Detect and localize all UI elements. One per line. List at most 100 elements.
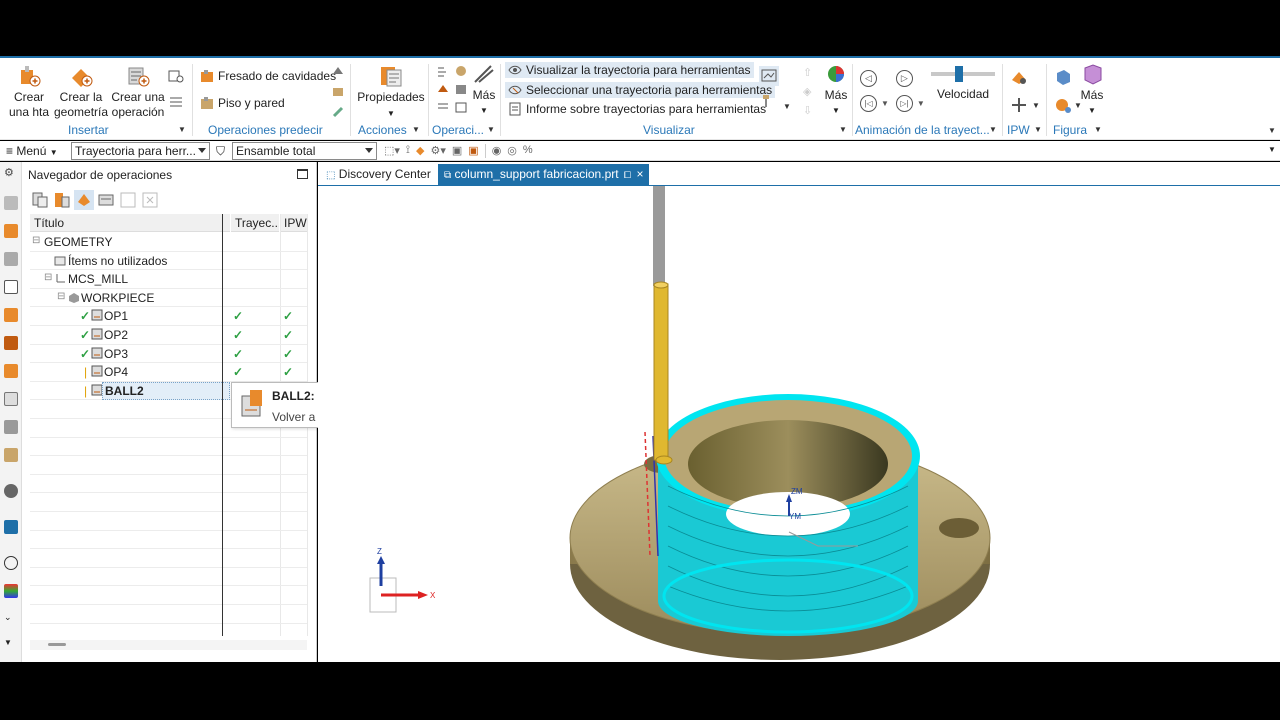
- toolpath-report-button[interactable]: Informe sobre trayectorias para herramie…: [508, 102, 766, 116]
- figure-add-icon[interactable]: [1054, 96, 1072, 114]
- type-filter-select[interactable]: Trayectoria para herr...: [71, 142, 210, 160]
- forward-icon[interactable]: ▷|: [895, 95, 913, 112]
- create-geometry-button[interactable]: Crear la geometría: [54, 64, 108, 120]
- rewind-chevron-icon[interactable]: ▼: [881, 99, 889, 108]
- play-icon[interactable]: ▷: [895, 70, 913, 87]
- step-center-icon[interactable]: ◈: [803, 83, 812, 102]
- assembly-navigator-icon[interactable]: [4, 196, 18, 210]
- figure-more-button[interactable]: Más ▼: [1078, 62, 1106, 118]
- operations-group-chevron-icon[interactable]: ▼: [487, 125, 495, 134]
- figure-group-chevron-icon[interactable]: ▼: [1094, 125, 1102, 134]
- view-icon[interactable]: ◎: [507, 144, 517, 158]
- hd3d-icon[interactable]: [4, 420, 18, 434]
- figure-more-chevron-icon[interactable]: ▼: [1078, 103, 1106, 118]
- component-icon[interactable]: ⚙▾: [430, 144, 445, 158]
- properties-button[interactable]: Propiedades ▼: [356, 64, 426, 121]
- visualize-more-button[interactable]: Más ▼: [822, 62, 850, 118]
- insert-group-chevron-icon[interactable]: ▼: [178, 125, 186, 134]
- table-row[interactable]: [30, 438, 307, 457]
- machine-tool-view-icon[interactable]: [52, 190, 72, 210]
- operations-more-button[interactable]: Más ▼: [470, 62, 498, 118]
- table-row[interactable]: ⊟ MCS_MILL: [30, 270, 307, 289]
- tab-discovery-center[interactable]: ⬚ Discovery Center: [320, 164, 437, 186]
- show-hide-icon[interactable]: ◉: [492, 144, 502, 158]
- percent-icon[interactable]: %: [523, 144, 533, 158]
- cutting-tool[interactable]: [653, 186, 673, 465]
- tool-display-icon[interactable]: [759, 94, 773, 108]
- table-row[interactable]: | OP4 ✓ ✓: [30, 363, 307, 382]
- column-header-title[interactable]: Título: [30, 214, 230, 232]
- actions-group-chevron-icon[interactable]: ▼: [412, 125, 420, 134]
- toolpath-display-icon[interactable]: [759, 66, 779, 86]
- constraint-navigator-icon[interactable]: [4, 252, 18, 266]
- animation-group-chevron-icon[interactable]: ▼: [989, 125, 997, 134]
- table-row[interactable]: ✓ OP1 ✓ ✓: [30, 307, 307, 326]
- role-icon[interactable]: [4, 520, 18, 534]
- maximize-icon[interactable]: [297, 169, 308, 179]
- menu-button[interactable]: ≡ Menú ▼: [6, 144, 58, 158]
- collapse-icon[interactable]: ⊟: [44, 272, 52, 283]
- visualize-more-chevron-icon[interactable]: ▼: [822, 103, 850, 118]
- toolbar-options-chevron-icon[interactable]: ▼: [1268, 145, 1276, 154]
- body-icon[interactable]: ▣: [468, 144, 478, 158]
- table-row[interactable]: ✓ OP3 ✓ ✓: [30, 345, 307, 364]
- program-order-view-icon[interactable]: [30, 190, 50, 210]
- table-row[interactable]: ✓ OP2 ✓ ✓: [30, 326, 307, 345]
- tab-part-file[interactable]: ⧉ column_support fabricacion.prt ⧠ ×: [438, 164, 650, 186]
- more-tools-chevron-icon[interactable]: ⌄: [4, 612, 18, 626]
- machine-navigator-icon[interactable]: [4, 308, 18, 322]
- ipw-settings-chevron-icon[interactable]: ▼: [1032, 101, 1040, 110]
- table-row[interactable]: [30, 493, 307, 512]
- create-tool-button[interactable]: Crear una hta: [6, 64, 52, 120]
- figure-icon[interactable]: [1054, 68, 1072, 86]
- postprocess-icon[interactable]: [454, 82, 468, 96]
- operations-more-chevron-icon[interactable]: ▼: [470, 103, 498, 118]
- face-milling-icon[interactable]: [331, 64, 345, 78]
- table-row[interactable]: ⊟ GEOMETRY: [30, 233, 307, 252]
- table-row[interactable]: [30, 586, 307, 605]
- speed-slider-thumb[interactable]: [955, 66, 963, 82]
- clock-icon[interactable]: [4, 556, 18, 570]
- reuse-library-icon[interactable]: [4, 392, 18, 406]
- add-icon[interactable]: [118, 190, 138, 210]
- visualize-group-chevron-icon[interactable]: ▼: [839, 125, 847, 134]
- properties-chevron-icon[interactable]: ▼: [356, 106, 426, 121]
- simulate-icon[interactable]: [436, 82, 450, 96]
- table-row[interactable]: [30, 549, 307, 568]
- scope-select[interactable]: Ensamble total: [232, 142, 377, 160]
- select-toolpath-button[interactable]: Seleccionar una trayectoria para herrami…: [505, 82, 776, 98]
- collapse-icon[interactable]: ⊟: [57, 291, 65, 302]
- step-up-icon[interactable]: ⇧: [803, 64, 812, 83]
- select-all-icon[interactable]: ⬚▾: [384, 144, 400, 158]
- step-down-icon[interactable]: ⇩: [803, 102, 812, 121]
- create-program-icon[interactable]: [168, 94, 182, 108]
- drill-icon[interactable]: [331, 104, 345, 118]
- geometry-view-icon[interactable]: [74, 190, 94, 210]
- filter-icon[interactable]: ⛉: [216, 144, 225, 159]
- table-row[interactable]: Ítems no utilizados: [30, 252, 307, 271]
- column-header-toolpath[interactable]: Trayec...: [231, 214, 279, 232]
- speed-slider[interactable]: [931, 66, 995, 82]
- horizontal-scrollbar[interactable]: [30, 640, 307, 650]
- graphics-viewport[interactable]: ZM YM Z X: [318, 186, 1280, 662]
- create-operation-button[interactable]: Crear una operación: [110, 64, 166, 120]
- delete-icon[interactable]: [140, 190, 160, 210]
- web-browser-icon[interactable]: [4, 448, 18, 462]
- orange-filter-icon[interactable]: ◆: [416, 144, 424, 158]
- column-header-ipw[interactable]: IPW: [280, 214, 307, 232]
- ipw-group-chevron-icon[interactable]: ▼: [1034, 125, 1042, 134]
- ipw-icon[interactable]: [1010, 68, 1028, 86]
- table-row[interactable]: [30, 605, 307, 624]
- cavity-milling-button[interactable]: Fresado de cavidades: [200, 69, 336, 83]
- machining-method-view-icon[interactable]: [96, 190, 116, 210]
- scroll-down-icon[interactable]: ▼: [4, 638, 18, 652]
- forward-chevron-icon[interactable]: ▼: [917, 99, 925, 108]
- table-row[interactable]: [30, 568, 307, 587]
- show-toolpath-button[interactable]: Visualizar la trayectoria para herramien…: [505, 62, 754, 78]
- table-row[interactable]: [30, 512, 307, 531]
- table-row[interactable]: [30, 531, 307, 550]
- table-row[interactable]: ⊟ WORKPIECE: [30, 289, 307, 308]
- generate-icon[interactable]: [436, 64, 450, 78]
- tool-navigator-icon[interactable]: [4, 336, 18, 350]
- scrollbar-thumb[interactable]: [48, 643, 66, 646]
